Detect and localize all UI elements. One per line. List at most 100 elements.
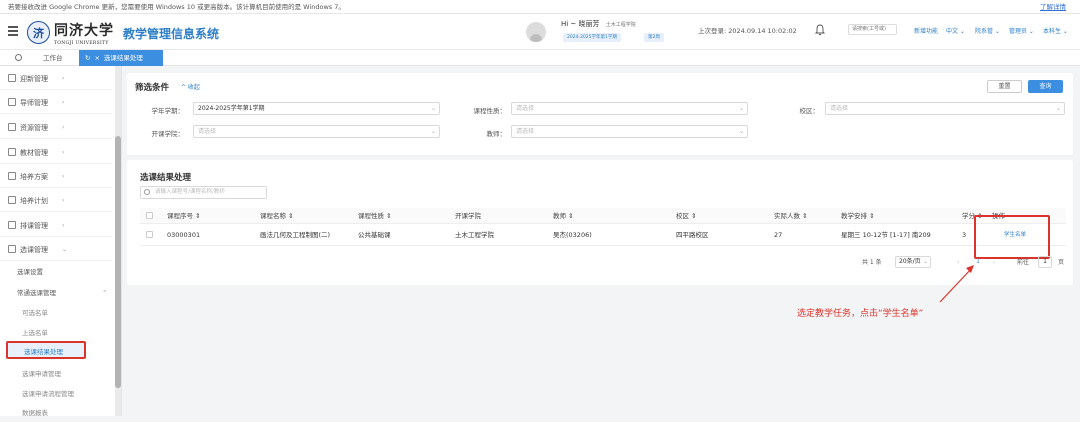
course-nature-select[interactable]: 请选择 ⌄ — [511, 102, 748, 115]
sidebar-item-program[interactable]: 培养方案 › — [0, 166, 112, 188]
instruction-annotation: 选定教学任务，点击“学生名单” — [797, 309, 924, 319]
new-features-link[interactable]: 新增功能 — [914, 26, 938, 35]
filter-title: 筛选条件 — [135, 83, 170, 93]
column-header-teacher[interactable]: 教师 ⇕ — [553, 208, 574, 224]
filter-collapse-toggle[interactable]: ^ 收起 — [181, 82, 200, 91]
banner-learn-more-link[interactable]: 了解详情 — [1040, 0, 1066, 14]
close-icon[interactable]: × — [94, 54, 99, 62]
sidebar-subitem-regular-selection[interactable]: 常通选课管理 ⌃ — [0, 284, 112, 302]
sidebar: 迎新管理 › 导师管理 › 资源管理 › 教材管理 › 培养方案 › 培养计划 › 排课管理… — [0, 66, 122, 417]
tab-selection-results[interactable]: ↻ × 选课结果处理 — [79, 50, 163, 66]
cell-count: 27 — [774, 231, 783, 239]
refresh-icon[interactable]: ↻ — [85, 54, 90, 62]
page-unit-label: 页 — [1058, 259, 1065, 266]
chevron-down-icon: ⌄ — [430, 105, 436, 112]
chevron-right-icon: › — [62, 75, 65, 82]
prev-page-button[interactable]: ‹ — [957, 257, 959, 268]
sidebar-subsubitem-application-workflow[interactable]: 选课申请流程管理 — [0, 385, 112, 403]
filter-panel: 筛选条件 ^ 收起 重置 查询 学年学期： 2024-2025学年第1学期 ⌄ 课… — [127, 73, 1073, 155]
sidebar-item-label: 培养方案 — [20, 173, 48, 181]
teacher-placeholder: 请选择 — [516, 128, 535, 135]
selection-icon — [8, 245, 16, 253]
chevron-down-icon: ⌄ — [738, 128, 744, 135]
column-header-course-nature[interactable]: 课程性质 ⇕ — [358, 208, 392, 224]
home-icon[interactable] — [15, 54, 22, 61]
account-search-input[interactable]: 请搜索(工号或) — [848, 24, 897, 35]
campus-select[interactable]: 请选择 ⌄ — [825, 102, 1065, 115]
college-select[interactable]: 请选择 ⌄ — [193, 125, 440, 138]
resource-icon — [8, 123, 16, 131]
column-header-course-name[interactable]: 课程名称 ⇕ — [260, 208, 294, 224]
results-title: 选课结果处理 — [140, 173, 192, 183]
term-select-value: 2024-2025学年第1学期 — [198, 105, 265, 112]
column-header-schedule[interactable]: 教学安排 ⇕ — [841, 208, 875, 224]
sidebar-item-resource[interactable]: 资源管理 › — [0, 117, 112, 139]
sidebar-subsubitem-selection-results[interactable]: 选课结果处理 — [6, 341, 86, 359]
chevron-right-icon: › — [62, 124, 65, 131]
sidebar-item-mentor[interactable]: 导师管理 › — [0, 92, 112, 114]
sidebar-subsubitem-data-report[interactable]: 数据报表 — [0, 404, 112, 422]
current-week-chip: 第2周 — [644, 33, 664, 42]
sidebar-item-textbook[interactable]: 教材管理 › — [0, 142, 112, 164]
sidebar-scrollbar[interactable] — [115, 66, 121, 416]
sidebar-item-welcome[interactable]: 迎新管理 › — [0, 68, 112, 90]
sidebar-item-label: 资源管理 — [20, 124, 48, 132]
goto-page-input[interactable]: 1 — [1038, 256, 1052, 268]
sidebar-subsubitem-optional-list[interactable]: 可选名单 — [0, 304, 112, 322]
results-search-input[interactable]: 请输入课程号/课程名称/教师 — [140, 186, 267, 199]
query-button[interactable]: 查询 — [1028, 80, 1063, 93]
school-name-cn: 同济大学 — [54, 23, 114, 39]
tab-workbench[interactable]: 工作台 — [39, 50, 67, 66]
role-menu[interactable]: 管理员 ⌄ — [1009, 26, 1034, 35]
campus-label: 校区： — [799, 107, 820, 115]
search-placeholder: 请输入课程号/课程名称/教师 — [155, 189, 225, 195]
cell-schedule: 星期三 10-12节 [1-17] 南209 — [841, 231, 931, 239]
column-header-course-code[interactable]: 课程序号 ⇕ — [167, 208, 201, 224]
row-checkbox[interactable] — [146, 231, 153, 238]
teacher-select[interactable]: 请选择 ⌄ — [511, 125, 748, 138]
tab-label: 选课结果处理 — [103, 54, 143, 62]
last-login-text: 上次登录: 2024.09.14 10:02:02 — [698, 27, 797, 35]
cell-teacher: 吴杰(03206) — [553, 231, 592, 239]
sidebar-item-label: 培养计划 — [20, 197, 48, 205]
chevron-down-icon: ⌄ — [430, 128, 436, 135]
sidebar-item-schedule[interactable]: 排课管理 › — [0, 215, 112, 237]
menu-toggle-icon[interactable] — [8, 26, 18, 36]
teacher-label: 教师： — [486, 130, 507, 138]
campus-placeholder: 请选择 — [830, 105, 849, 112]
college-placeholder: 请选择 — [198, 128, 217, 135]
next-page-button[interactable]: › — [993, 257, 995, 268]
browser-update-banner: 若要接收改进 Google Chrome 更新，您需要使用 Windows 10… — [0, 0, 1080, 14]
page-size-select[interactable]: 20条/页 ⌄ — [895, 256, 931, 268]
term-select[interactable]: 2024-2025学年第1学期 ⌄ — [193, 102, 440, 115]
avatar[interactable] — [526, 22, 546, 42]
sidebar-item-label: 迎新管理 — [20, 75, 48, 83]
student-type-menu[interactable]: 本科生 ⌄ — [1043, 26, 1068, 35]
department-menu[interactable]: 院系管 ⌄ — [975, 26, 1000, 35]
bell-icon[interactable] — [815, 24, 825, 36]
college-label: 开课学院： — [151, 130, 185, 138]
chevron-right-icon: › — [62, 99, 65, 106]
school-name: 同济大学 TONGJI UNIVERSITY — [54, 20, 114, 46]
sidebar-item-plan[interactable]: 培养计划 › — [0, 190, 112, 212]
scrollbar-thumb[interactable] — [115, 136, 121, 388]
chevron-right-icon: › — [62, 222, 65, 229]
column-header-count[interactable]: 实际人数 ⇕ — [774, 208, 808, 224]
chevron-right-icon: › — [62, 173, 65, 180]
student-list-highlight-box — [974, 215, 1050, 259]
sidebar-subsubitem-application-management[interactable]: 选课申请管理 — [0, 365, 112, 383]
sidebar-subitem-settings[interactable]: 选课设置 — [0, 263, 112, 281]
user-greeting: Hi ~ 晓丽芳 土木工程学院 — [561, 19, 636, 29]
pager-total: 共 1 条 — [862, 259, 882, 266]
language-menu[interactable]: 中文 ⌄ — [946, 26, 965, 35]
select-all-checkbox[interactable] — [146, 212, 153, 219]
sidebar-item-selection[interactable]: 选课管理 ⌄ — [0, 239, 112, 261]
goto-label: 前往 — [1017, 259, 1030, 266]
column-header-campus[interactable]: 校区 ⇕ — [676, 208, 697, 224]
greeting-text: Hi ~ 晓丽芳 — [561, 20, 600, 28]
top-header: 济 同济大学 TONGJI UNIVERSITY 教学管理信息系统 Hi ~ 晓… — [0, 14, 1080, 50]
reset-button[interactable]: 重置 — [987, 80, 1022, 93]
sidebar-subsubitem-selected-list[interactable]: 上选名单 — [0, 324, 112, 342]
cell-campus: 四平路校区 — [676, 231, 709, 239]
page-number-current[interactable]: 1 — [973, 256, 983, 268]
